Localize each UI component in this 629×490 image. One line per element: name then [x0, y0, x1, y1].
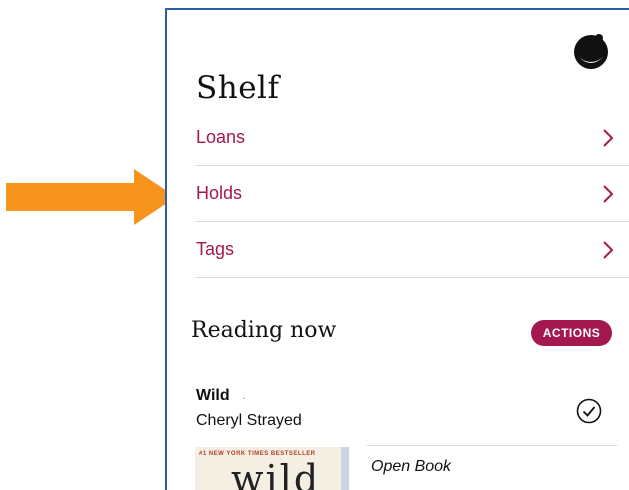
check-circle-icon[interactable]	[576, 398, 602, 424]
nav-item-label: Loans	[196, 127, 246, 147]
book-author: Cheryl Strayed	[196, 412, 302, 429]
nav-item-tags[interactable]: Tags	[196, 222, 629, 278]
chevron-right-icon	[603, 240, 614, 259]
open-book-link[interactable]: Open Book	[371, 458, 451, 476]
book-cover[interactable]: #1 NEW YORK TIMES BESTSELLER wild	[195, 447, 349, 490]
pointer-arrow-icon	[6, 169, 176, 225]
nav-item-loans[interactable]: Loans	[196, 110, 629, 166]
cover-edge	[341, 447, 349, 490]
shelf-panel: Shelf Loans Holds Tags Reading now ACTIO…	[165, 8, 629, 490]
nav-item-label: Holds	[196, 183, 243, 203]
avatar-icon[interactable]	[572, 32, 610, 70]
cover-title: wild	[231, 457, 321, 490]
divider	[367, 445, 617, 446]
title-separator: ·	[242, 390, 247, 405]
section-title-reading-now: Reading now	[191, 318, 337, 343]
book-title[interactable]: Wild	[196, 387, 230, 405]
chevron-right-icon	[603, 128, 614, 147]
nav-item-label: Tags	[196, 239, 235, 259]
nav-item-holds[interactable]: Holds	[196, 166, 629, 222]
actions-button[interactable]: ACTIONS	[531, 320, 612, 346]
chevron-right-icon	[603, 184, 614, 203]
page-title: Shelf	[196, 70, 280, 106]
